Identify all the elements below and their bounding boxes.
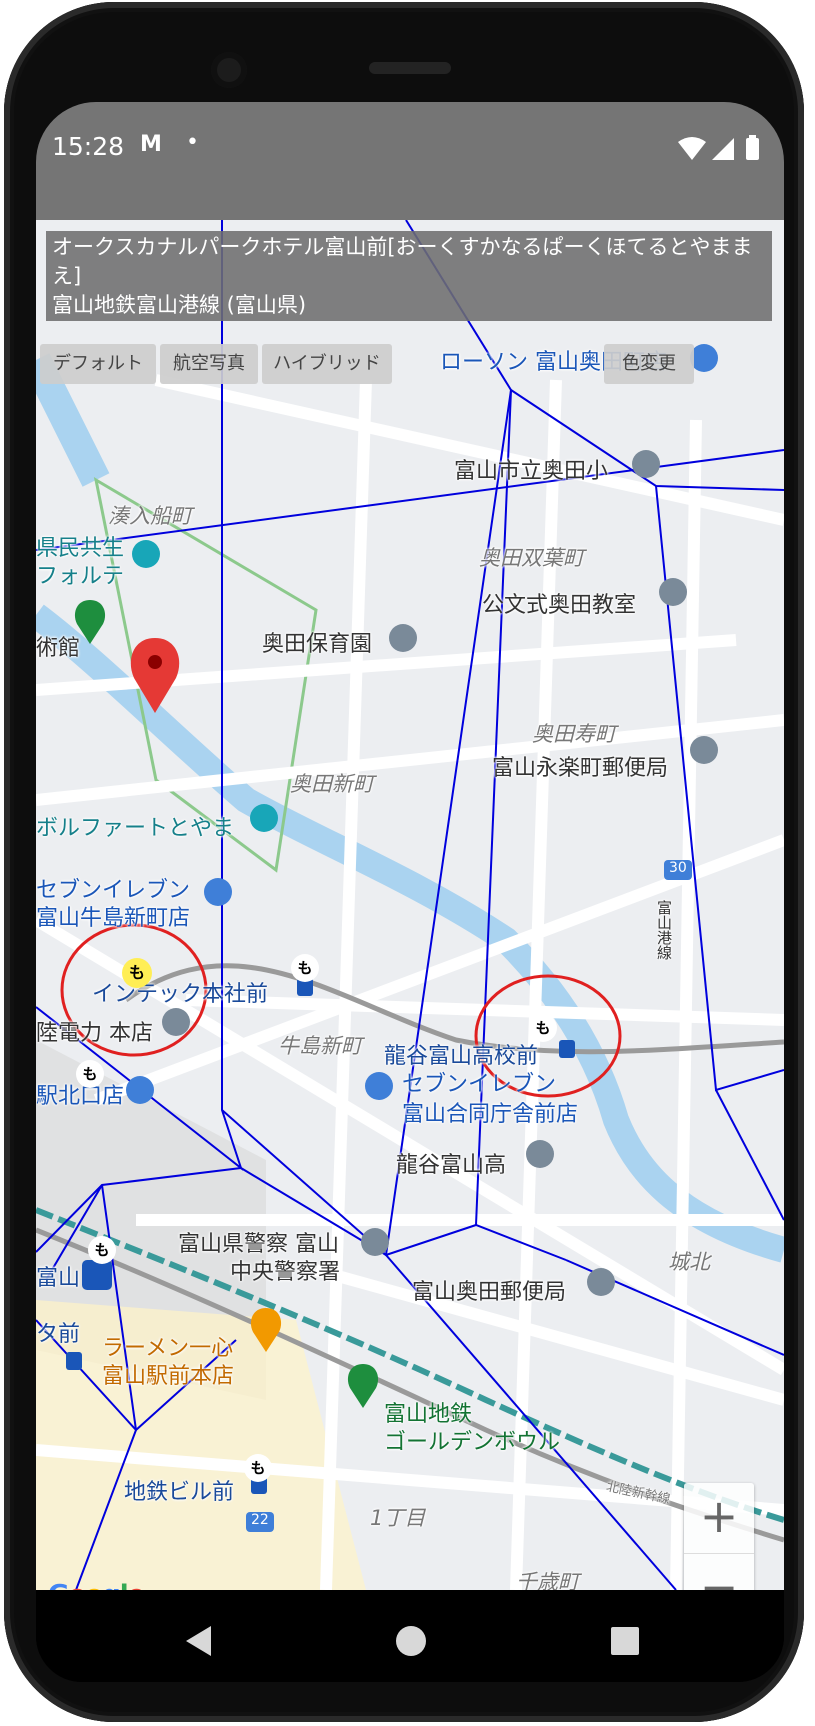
label-borufaato: ボルファートとやま	[36, 816, 235, 841]
label-ryukoku: 龍谷富山高	[396, 1153, 507, 1178]
label-okuda-kotobukicho: 奥田寿町	[532, 722, 616, 746]
label-seven2-a: セブンイレブン	[402, 1072, 557, 1097]
label-seven2-b: 富山合同庁舎前店	[402, 1102, 579, 1127]
label-kan: 術館	[36, 636, 81, 661]
navigation-bar	[36, 1590, 784, 1682]
label-seven1-b: 富山牛島新町店	[36, 906, 191, 931]
zoom-controls: + −	[684, 1483, 754, 1590]
home-icon[interactable]	[396, 1626, 426, 1656]
label-toyama: 富山	[36, 1266, 81, 1291]
recent-apps-icon[interactable]	[611, 1627, 639, 1655]
label-minatoirifunecho: 湊入船町	[108, 504, 192, 528]
stop-badge-chitetsu[interactable]: も	[244, 1454, 272, 1482]
label-intec: インテック本社前	[92, 982, 269, 1007]
label-route22: 22	[251, 1512, 269, 1528]
label-hokuriku: 陸電力 本店	[36, 1021, 153, 1046]
back-icon[interactable]	[186, 1626, 211, 1656]
label-toyama-bypass: 富山港線	[655, 900, 673, 960]
stop-badge-intec-selected[interactable]: も	[122, 958, 152, 988]
map-type-hybrid-button[interactable]: ハイブリッド	[262, 344, 392, 384]
station-line: 富山地鉄富山港線 (富山県)	[52, 293, 307, 317]
label-johoku: 城北	[668, 1250, 710, 1274]
stop-badge-intec[interactable]: も	[291, 954, 319, 982]
battery-icon	[746, 138, 759, 160]
label-okuda-shinmachi: 奥田新町	[290, 772, 374, 796]
status-icons	[678, 135, 759, 160]
label-kenmin-2: フォルテ	[36, 564, 125, 589]
label-okuda-futabacho: 奥田双葉町	[479, 546, 584, 570]
earpiece-speaker	[369, 62, 451, 74]
label-ushijima: 牛島新町	[278, 1034, 362, 1058]
wifi-icon	[678, 137, 706, 160]
phone-frame: 15:28 M • 湊入船町 県民共生 フォルテ 術館 奥田保育園 奥田双葉町 …	[4, 2, 804, 1722]
notification-icon: M	[140, 132, 162, 157]
signal-icon	[712, 138, 734, 160]
station-name: オークスカナルパークホテル富山前[おーくすかなるぱーくほてるとやままえ]	[52, 235, 753, 288]
map-type-default-button[interactable]: デフォルト	[40, 344, 156, 384]
station-info-box: オークスカナルパークホテル富山前[おーくすかなるぱーくほてるとやままえ] 富山地…	[46, 231, 772, 321]
color-change-button[interactable]: 色変更	[604, 344, 694, 384]
stop-badge-ryukoku[interactable]: も	[529, 1014, 557, 1042]
label-eiraku-post: 富山永楽町郵便局	[492, 756, 669, 781]
label-police-b: 中央警察署	[230, 1260, 341, 1285]
stop-badge-toyama[interactable]: も	[88, 1236, 116, 1264]
label-kumon: 公文式奥田教室	[482, 593, 637, 618]
status-bar: 15:28 M •	[36, 102, 784, 220]
label-okuda-hoikuen: 奥田保育園	[262, 632, 373, 657]
label-route30: 30	[669, 860, 687, 876]
label-chiba: 千歳町	[516, 1570, 579, 1590]
map-view[interactable]: 湊入船町 県民共生 フォルテ 術館 奥田保育園 奥田双葉町 公文式奥田教室 ロー…	[36, 220, 784, 1590]
label-chitetsu-building: 地鉄ビル前	[124, 1480, 235, 1505]
zoom-out-button[interactable]: −	[684, 1554, 754, 1590]
stop-badge-eki[interactable]: も	[76, 1060, 104, 1088]
status-time: 15:28	[52, 132, 125, 161]
google-logo: Google	[48, 1580, 145, 1590]
zoom-in-button[interactable]: +	[684, 1483, 754, 1554]
front-camera	[211, 52, 247, 88]
label-itchome: 1丁目	[370, 1506, 426, 1530]
notification-dot: •	[186, 130, 199, 155]
label-ramen-b: 富山駅前本店	[102, 1364, 235, 1389]
map-type-aerial-button[interactable]: 航空写真	[160, 344, 258, 384]
label-okuda-post: 富山奥田郵便局	[412, 1280, 567, 1305]
label-shiritsu: 富山市立奥田小	[454, 459, 609, 484]
screen: 15:28 M • 湊入船町 県民共生 フォルテ 術館 奥田保育園 奥田双葉町 …	[36, 102, 784, 1682]
label-ta-mae: タ前	[36, 1322, 81, 1347]
label-golden-b: ゴールデンボウル	[384, 1430, 561, 1455]
